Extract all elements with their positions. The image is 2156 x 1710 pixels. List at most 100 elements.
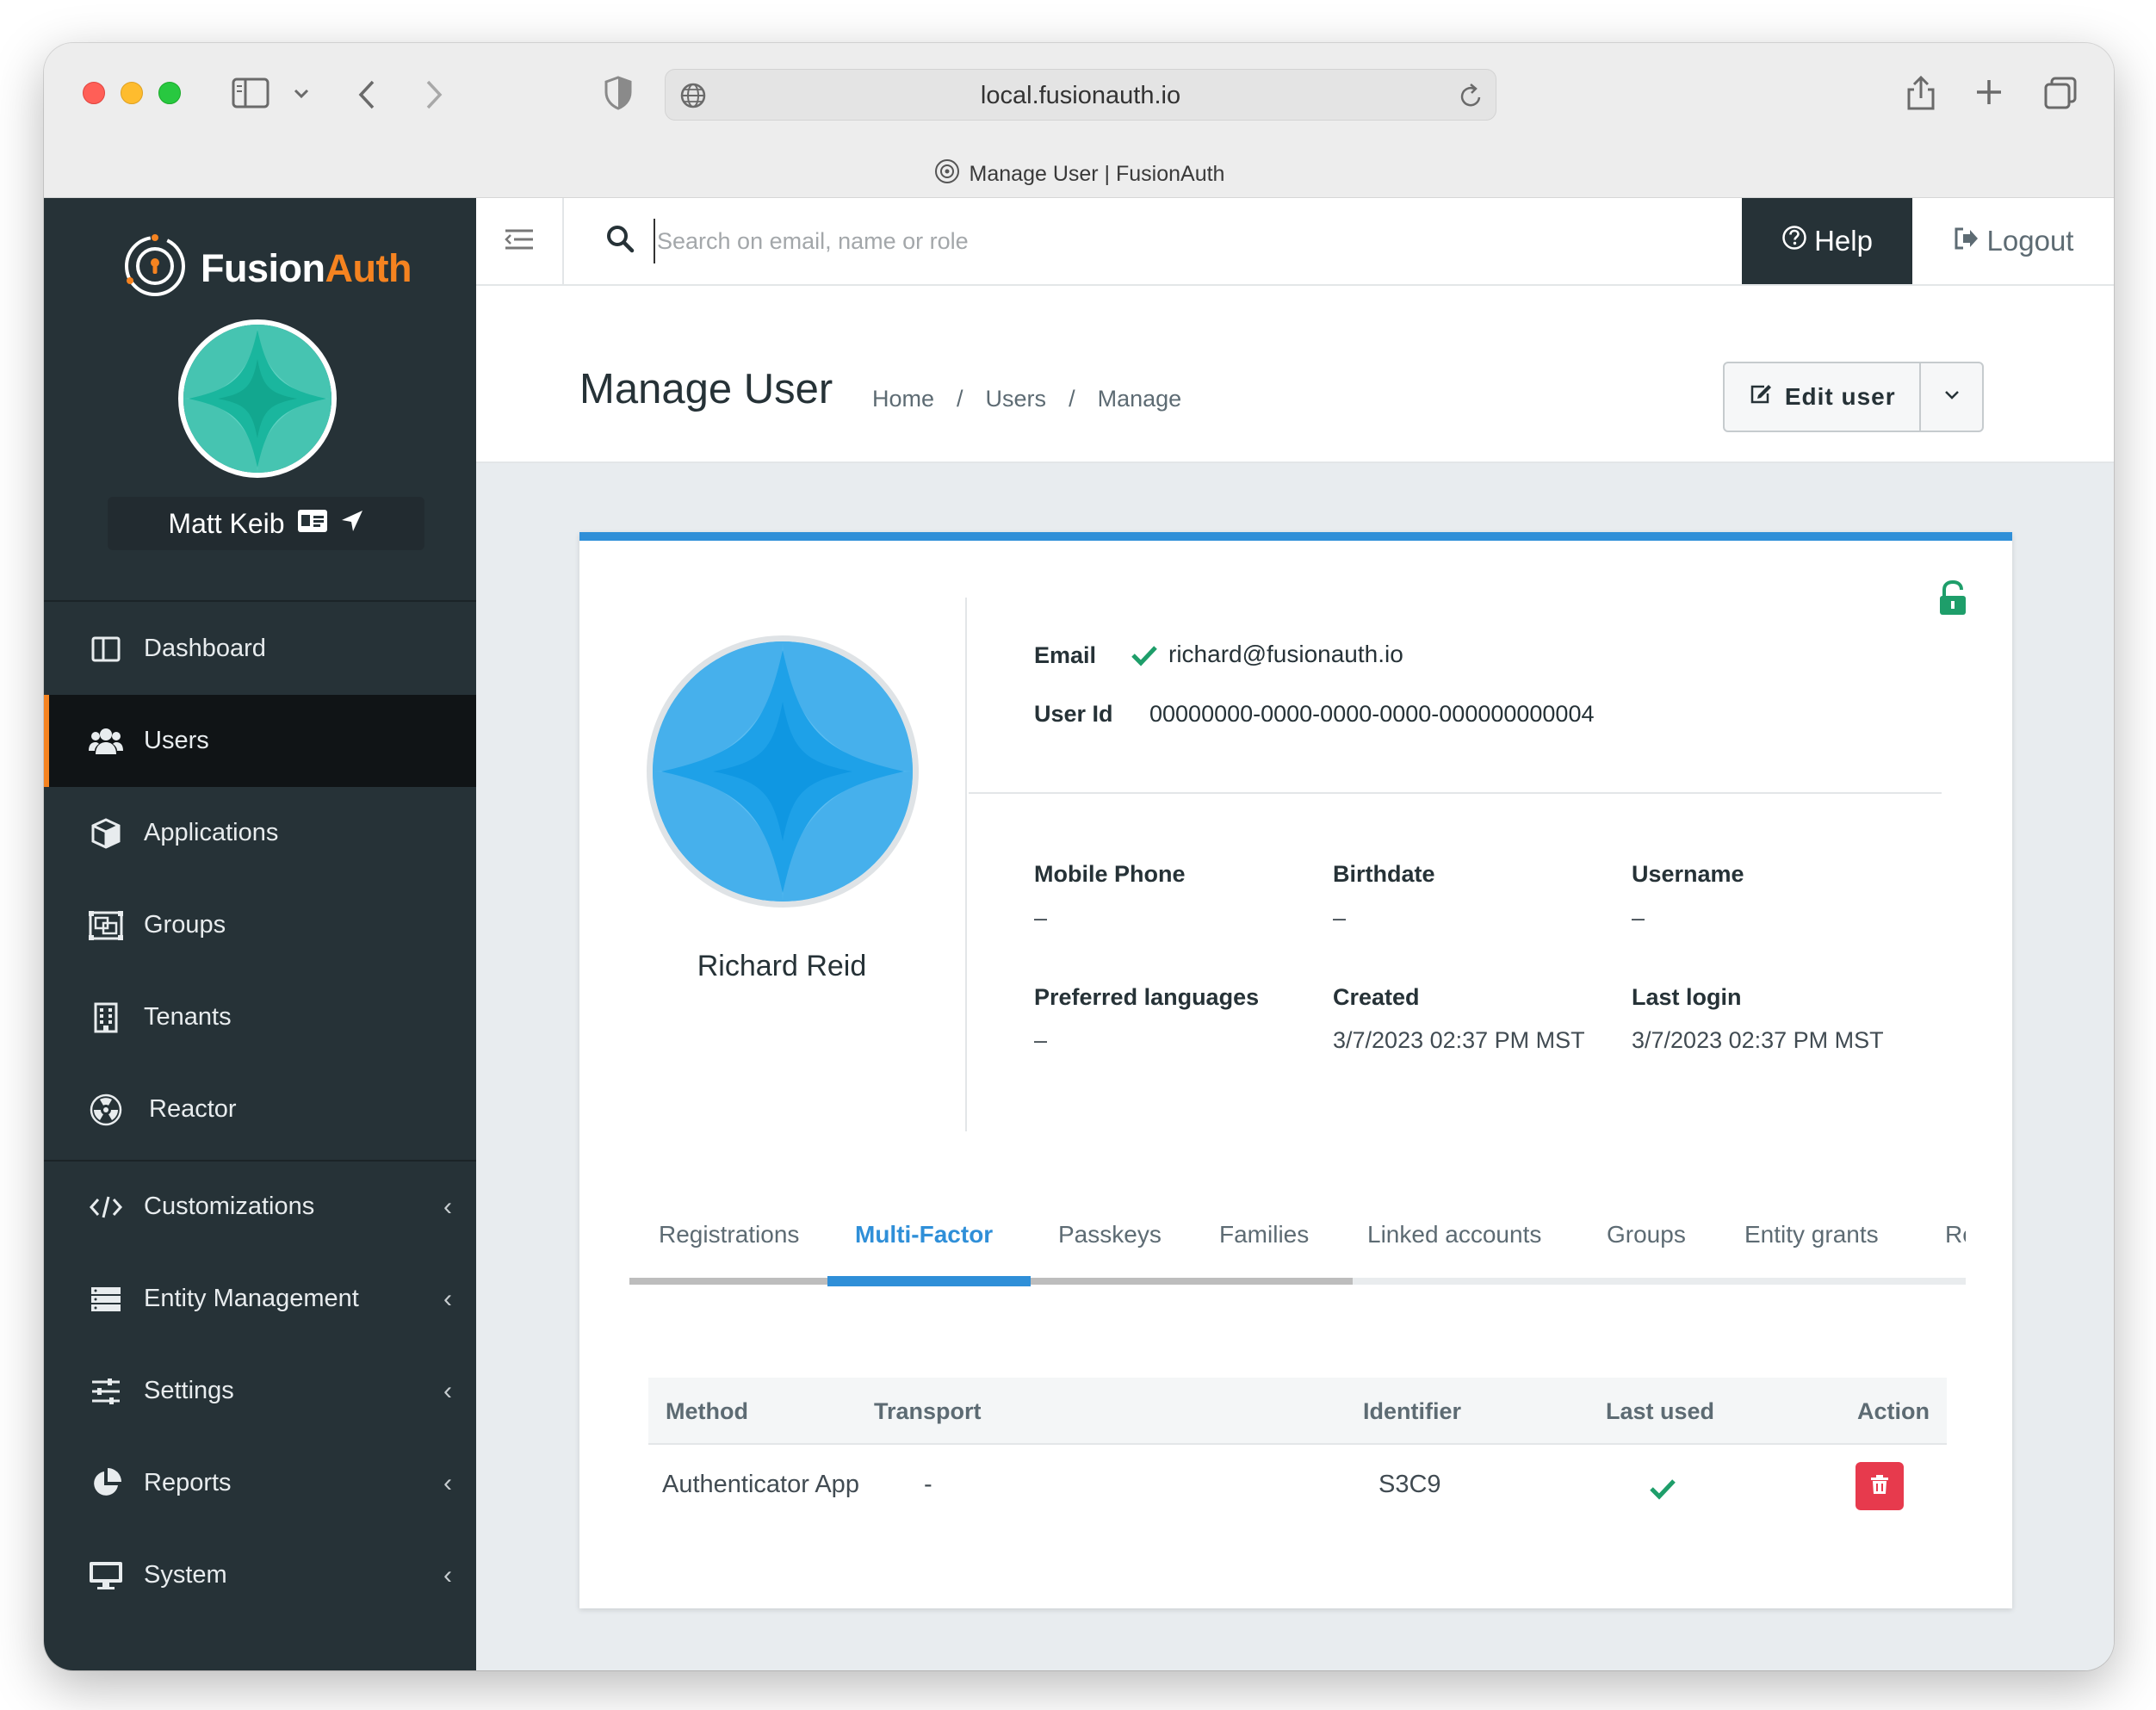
shield-icon[interactable] xyxy=(604,76,633,115)
logout-button[interactable]: Logout xyxy=(1912,198,2114,284)
tab-groups[interactable]: Groups xyxy=(1607,1221,1686,1248)
created-label: Created xyxy=(1333,984,1420,1010)
location-arrow-icon[interactable] xyxy=(340,508,364,540)
breadcrumb-users[interactable]: Users xyxy=(986,386,1047,412)
sidebar-item-customizations[interactable]: Customizations ‹ xyxy=(44,1161,476,1253)
unlock-icon[interactable] xyxy=(1938,579,1967,621)
tab-families[interactable]: Families xyxy=(1219,1221,1309,1248)
chevron-left-icon: ‹ xyxy=(443,1284,452,1313)
verified-check-icon xyxy=(1131,644,1158,671)
sidebar-item-tenants[interactable]: Tenants xyxy=(44,971,476,1063)
sidebar-item-users[interactable]: Users xyxy=(44,695,476,787)
menu-toggle-button[interactable] xyxy=(476,198,564,284)
sidebar-avatar[interactable] xyxy=(178,319,337,478)
birthdate-value: – xyxy=(1333,905,1347,931)
sidebar-item-label: Settings xyxy=(144,1377,234,1404)
chevron-left-icon: ‹ xyxy=(443,1376,452,1405)
tab-overview-icon[interactable] xyxy=(2043,76,2078,115)
sidebar-item-entity-management[interactable]: Entity Management ‹ xyxy=(44,1253,476,1345)
new-tab-icon[interactable] xyxy=(1974,77,2004,111)
column-header-last-used: Last used xyxy=(1606,1398,1715,1424)
breadcrumb-home[interactable]: Home xyxy=(872,386,934,412)
question-circle-icon xyxy=(1781,225,1807,257)
chevron-down-icon xyxy=(1944,389,1960,405)
sidebar-item-groups[interactable]: Groups xyxy=(44,879,476,971)
address-bar[interactable]: local.fusionauth.io xyxy=(665,69,1496,121)
delete-mfa-button[interactable] xyxy=(1856,1462,1904,1510)
page-header: Manage User Home / Users / Manage Edit u… xyxy=(476,286,2114,463)
user-details-card: Richard Reid Email richard@fusionauth.io… xyxy=(579,532,2012,1608)
tab-registrations[interactable]: Registrations xyxy=(659,1221,799,1248)
search-input[interactable] xyxy=(654,219,1601,263)
breadcrumb-manage: Manage xyxy=(1097,386,1182,412)
preferred-languages-label: Preferred languages xyxy=(1034,984,1260,1010)
fusionauth-logo[interactable]: FusionAuth xyxy=(121,232,412,304)
reload-icon[interactable] xyxy=(1458,82,1484,114)
identifier-cell: S3C9 xyxy=(1378,1471,1441,1498)
user-id-label: User Id xyxy=(1034,701,1113,727)
close-window-button[interactable] xyxy=(83,82,105,104)
page-title: Manage User xyxy=(579,366,833,412)
user-avatar xyxy=(647,635,919,908)
tab-passkeys[interactable]: Passkeys xyxy=(1058,1221,1162,1248)
chevron-left-icon: ‹ xyxy=(443,1468,452,1497)
sidebar-item-reports[interactable]: Reports ‹ xyxy=(44,1437,476,1529)
chevron-down-icon[interactable] xyxy=(294,88,309,103)
sidebar-divider xyxy=(44,600,476,602)
transport-cell: - xyxy=(924,1471,932,1498)
logo-text: FusionAuth xyxy=(201,246,412,291)
id-card-icon[interactable] xyxy=(297,508,328,540)
sidebar-item-settings[interactable]: Settings ‹ xyxy=(44,1345,476,1437)
sidebar: FusionAuth Matt Keib Dashboard Users App… xyxy=(44,198,476,1670)
sidebar-item-label: Groups xyxy=(144,911,226,939)
sidebar-item-label: Reports xyxy=(144,1469,232,1496)
building-icon xyxy=(89,1001,123,1035)
sidebar-item-label: Entity Management xyxy=(144,1285,359,1312)
logout-label: Logout xyxy=(1986,225,2074,257)
page-tab-title[interactable]: Manage User | FusionAuth xyxy=(44,158,2114,191)
tab-multi-factor[interactable]: Multi-Factor xyxy=(855,1221,993,1248)
menu-toggle-icon xyxy=(504,228,535,255)
edit-user-label: Edit user xyxy=(1784,383,1896,410)
username-label: Username xyxy=(1632,861,1744,887)
radiation-icon xyxy=(89,1093,123,1127)
sign-out-icon xyxy=(1953,225,1979,257)
tab-entity-grants[interactable]: Entity grants xyxy=(1744,1221,1879,1248)
email-label: Email xyxy=(1034,642,1097,668)
breadcrumb-separator: / xyxy=(1069,386,1075,412)
fusionauth-logo-icon xyxy=(121,232,189,304)
sidebar-user-panel: Matt Keib xyxy=(108,497,424,550)
horizontal-divider xyxy=(969,792,1942,794)
edit-user-button-group: Edit user xyxy=(1723,362,1984,432)
active-tab-indicator xyxy=(827,1276,1031,1286)
sidebar-user-name[interactable]: Matt Keib xyxy=(168,508,284,540)
forward-icon[interactable] xyxy=(424,79,443,115)
sidebar-toggle-icon[interactable] xyxy=(232,77,270,113)
maximize-window-button[interactable] xyxy=(158,82,181,104)
tab-linked-accounts[interactable]: Linked accounts xyxy=(1367,1221,1541,1248)
minimize-window-button[interactable] xyxy=(121,82,143,104)
column-header-transport: Transport xyxy=(874,1398,982,1424)
users-icon xyxy=(89,724,123,759)
groups-icon xyxy=(89,908,123,943)
logo-text-auth: Auth xyxy=(325,245,412,290)
sidebar-item-label: Customizations xyxy=(144,1193,315,1220)
tab-truncated[interactable]: Re xyxy=(1945,1221,1966,1248)
sidebar-item-dashboard[interactable]: Dashboard xyxy=(44,603,476,695)
browser-chrome: local.fusionauth.io Manage User | Fusion… xyxy=(44,43,2114,198)
method-cell: Authenticator App xyxy=(662,1471,859,1498)
share-icon[interactable] xyxy=(1905,74,1936,116)
edit-user-button[interactable]: Edit user xyxy=(1725,363,1922,431)
sidebar-item-label: Dashboard xyxy=(144,635,266,662)
help-label: Help xyxy=(1814,225,1873,257)
back-icon[interactable] xyxy=(357,79,376,115)
help-button[interactable]: Help xyxy=(1742,198,1912,284)
server-icon xyxy=(89,1282,123,1317)
mobile-phone-label: Mobile Phone xyxy=(1034,861,1186,887)
sidebar-item-reactor[interactable]: Reactor xyxy=(44,1063,476,1155)
sidebar-item-applications[interactable]: Applications xyxy=(44,787,476,879)
edit-user-dropdown-button[interactable] xyxy=(1921,363,1982,431)
sidebar-item-label: System xyxy=(144,1561,227,1589)
tab-title-text: Manage User | FusionAuth xyxy=(969,162,1225,186)
sidebar-item-system[interactable]: System ‹ xyxy=(44,1529,476,1621)
